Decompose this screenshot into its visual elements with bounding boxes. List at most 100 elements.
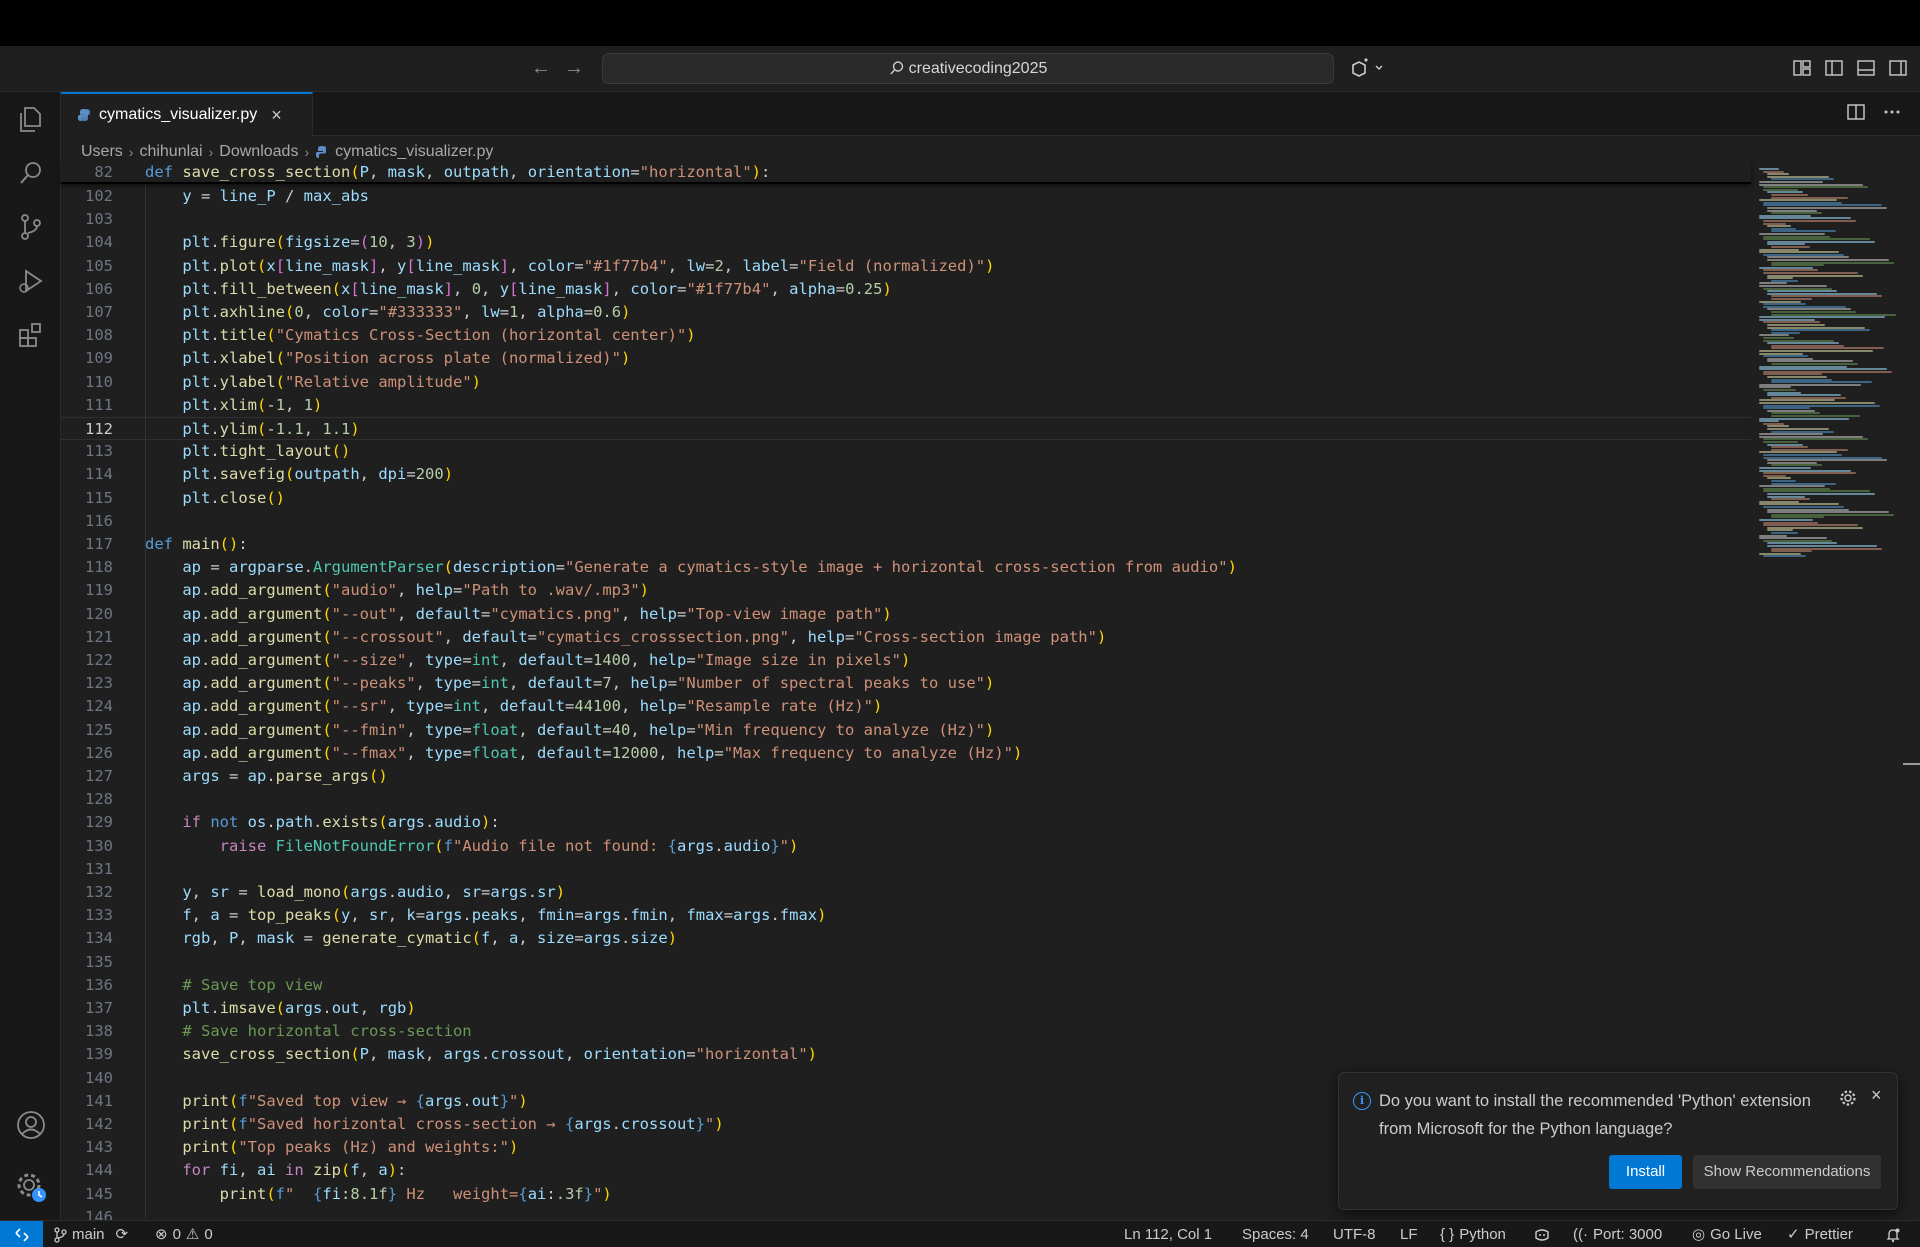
notifications-bell-icon[interactable] [1885,1221,1901,1247]
problems-indicator[interactable]: ⊗ 0 ⚠ 0 [155,1221,213,1247]
line-number: 82 [94,163,113,181]
code-line[interactable]: 121 ap.add_argument("--crossout", defaul… [61,626,1751,649]
check-double-icon: ✓ [1787,1226,1800,1243]
code-line[interactable]: 120 ap.add_argument("--out", default="cy… [61,603,1751,626]
customize-layout-icon[interactable] [1792,58,1812,78]
code-line[interactable]: 118 ap = argparse.ArgumentParser(descrip… [61,556,1751,579]
extensions-icon[interactable] [14,318,48,352]
code-editor[interactable]: 102 y = line_P / max_abs 103 104 plt.figur… [61,161,1751,1226]
forward-arrow-icon[interactable]: → [560,54,588,82]
line-number: 141 [85,1091,113,1110]
code-line[interactable]: 113 plt.tight_layout() [61,440,1751,463]
install-button[interactable]: Install [1609,1155,1682,1189]
code-line[interactable]: 137 plt.imsave(args.out, rgb) [61,997,1751,1020]
go-live-button[interactable]: ◎ Go Live [1692,1221,1762,1247]
code-line[interactable]: 117 def main(): [61,533,1751,556]
code-line[interactable]: 123 ap.add_argument("--peaks", type=int,… [61,672,1751,695]
accounts-icon[interactable] [14,1108,48,1142]
code-line[interactable]: 138 # Save horizontal cross-section [61,1020,1751,1043]
copilot-menu[interactable] [1350,56,1390,82]
code-line[interactable]: 116 [61,510,1751,533]
code-line[interactable]: 130 raise FileNotFoundError(f"Audio file… [61,835,1751,858]
branch-indicator[interactable]: main ⟳ [53,1221,128,1247]
search-icon[interactable] [14,156,48,190]
code-line[interactable]: 132 y, sr = load_mono(args.audio, sr=arg… [61,881,1751,904]
scrollbar-position[interactable] [1903,763,1920,765]
close-tab-icon[interactable]: × [271,105,282,126]
code-line[interactable]: 103 [61,208,1751,231]
code-text: save_cross_section(P, mask, args.crossou… [182,1045,817,1064]
code-text: ap.add_argument("--out", default="cymati… [182,604,892,623]
minimap-row [1767,511,1889,514]
breadcrumb-item[interactable]: cymatics_visualizer.py [335,143,493,161]
split-editor-icon[interactable] [1846,102,1866,127]
copilot-status-icon[interactable] [1533,1221,1551,1247]
toggle-panel-icon[interactable] [1856,58,1876,78]
cursor-position[interactable]: Ln 112, Col 1 [1124,1221,1212,1247]
sync-icon[interactable]: ⟳ [116,1221,129,1247]
code-text: # Save horizontal cross-section [182,1022,472,1041]
minimap-row [1759,467,1811,469]
toggle-secondary-sidebar-icon[interactable] [1888,58,1908,78]
code-line[interactable]: 111 plt.xlim(-1, 1) [61,394,1751,417]
code-line[interactable]: 122 ap.add_argument("--size", type=int, … [61,649,1751,672]
minimap-row [1767,459,1887,462]
code-line[interactable]: 114 plt.savefig(outpath, dpi=200) [61,463,1751,486]
breadcrumb-item[interactable]: chihunlai [139,143,202,161]
code-line[interactable]: 128 [61,788,1751,811]
run-and-debug-icon[interactable] [14,264,48,298]
code-line[interactable]: 126 ap.add_argument("--fmax", type=float… [61,742,1751,765]
sticky-scroll-line[interactable]: 82 def save_cross_section(P, mask, outpat… [61,161,1751,184]
show-recommendations-button[interactable]: Show Recommendations [1693,1155,1881,1189]
command-center-search[interactable]: creativecoding2025 [602,53,1334,84]
breadcrumb-item[interactable]: Users [81,143,123,161]
code-line[interactable]: 104 plt.figure(figsize=(10, 3)) [61,231,1751,254]
language-mode[interactable]: { } Python [1440,1221,1506,1247]
manage-gear-icon[interactable] [14,1170,48,1204]
code-line[interactable]: 124 ap.add_argument("--sr", type=int, de… [61,695,1751,718]
explorer-icon[interactable] [14,102,48,136]
live-server-port[interactable]: ((· Port: 3000 [1573,1221,1662,1247]
minimap-row [1759,316,1885,319]
minimap-row [1763,524,1858,527]
code-text: ap.add_argument("--peaks", type=int, def… [182,674,995,693]
encoding[interactable]: UTF-8 [1333,1221,1376,1247]
info-icon: i [1353,1092,1371,1110]
code-line[interactable]: 129 if not os.path.exists(args.audio): [61,811,1751,834]
line-number: 145 [85,1184,113,1203]
code-line[interactable]: 105 plt.plot(x[line_mask], y[line_mask],… [61,255,1751,278]
more-actions-icon[interactable] [1882,102,1902,127]
back-arrow-icon[interactable]: ← [527,54,555,82]
source-control-icon[interactable] [14,210,48,244]
code-line[interactable]: 139 save_cross_section(P, mask, args.cro… [61,1043,1751,1066]
code-line[interactable]: 135 [61,951,1751,974]
code-line[interactable]: 112 plt.ylim(-1.1, 1.1) [61,417,1751,440]
code-line[interactable]: 127 args = ap.parse_args() [61,765,1751,788]
minimap-row [1763,238,1870,241]
minimap[interactable] [1751,164,1920,1220]
code-line[interactable]: 107 plt.axhline(0, color="#333333", lw=1… [61,301,1751,324]
code-line[interactable]: 102 y = line_P / max_abs [61,185,1751,208]
code-line[interactable]: 119 ap.add_argument("audio", help="Path … [61,579,1751,602]
code-line[interactable]: 106 plt.fill_between(x[line_mask], 0, y[… [61,278,1751,301]
close-icon[interactable]: × [1871,1085,1882,1106]
code-line[interactable]: 115 plt.close() [61,487,1751,510]
code-line[interactable]: 110 plt.ylabel("Relative amplitude") [61,371,1751,394]
broadcast-icon: ((· [1573,1226,1588,1243]
code-line[interactable]: 109 plt.xlabel("Position across plate (n… [61,347,1751,370]
line-number: 135 [85,952,113,971]
code-line[interactable]: 125 ap.add_argument("--fmin", type=float… [61,719,1751,742]
code-line[interactable]: 131 [61,858,1751,881]
gear-icon[interactable] [1839,1089,1857,1112]
code-line[interactable]: 133 f, a = top_peaks(y, sr, k=args.peaks… [61,904,1751,927]
code-line[interactable]: 136 # Save top view [61,974,1751,997]
end-of-line[interactable]: LF [1400,1221,1418,1247]
indentation[interactable]: Spaces: 4 [1242,1221,1309,1247]
tab-cymatics-visualizer[interactable]: cymatics_visualizer.py × [61,92,313,136]
prettier-status[interactable]: ✓ Prettier [1787,1221,1853,1247]
toggle-primary-sidebar-icon[interactable] [1824,58,1844,78]
breadcrumb-item[interactable]: Downloads [219,143,298,161]
code-line[interactable]: 108 plt.title("Cymatics Cross-Section (h… [61,324,1751,347]
code-line[interactable]: 134 rgb, P, mask = generate_cymatic(f, a… [61,927,1751,950]
remote-indicator-icon[interactable] [0,1221,43,1247]
